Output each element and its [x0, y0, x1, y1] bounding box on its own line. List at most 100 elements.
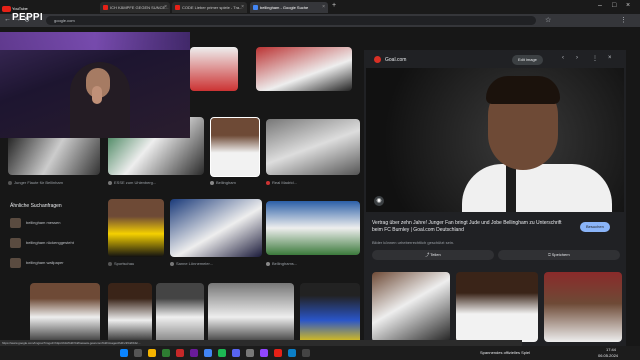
app-icon[interactable]	[162, 349, 170, 357]
led-light-strip	[0, 32, 190, 50]
back-icon[interactable]: ←	[4, 16, 11, 23]
player-hair	[486, 76, 560, 104]
tab-title: bellingham - Google Suche	[260, 5, 309, 10]
related-search-item[interactable]: bellingham rückenggesteht	[10, 237, 74, 249]
result-image[interactable]	[8, 135, 100, 175]
related-image[interactable]	[372, 272, 450, 342]
tab-bar: ICH KÄMPFE GEGEN SUNCE... × CODE Lieber …	[0, 0, 640, 14]
app-icon[interactable]	[190, 349, 198, 357]
discord-icon[interactable]	[232, 349, 240, 357]
source-icon	[266, 180, 270, 185]
result-image[interactable]	[30, 283, 100, 345]
streamer-name: PEPPI	[12, 12, 43, 23]
lens-icon[interactable]: ◉	[374, 196, 384, 206]
menu-icon[interactable]: ⋮	[620, 16, 627, 24]
app-icon[interactable]	[260, 349, 268, 357]
preview-image[interactable]: ◉	[366, 68, 624, 212]
related-image[interactable]	[544, 272, 622, 342]
related-thumb	[10, 218, 21, 228]
related-searches-title: Ähnliche Suchanfragen	[10, 203, 62, 209]
result-caption: Bellingham	[210, 180, 260, 185]
image-preview-panel: Goal.com Edit image ‹ › ⋮ × ◉ Vertrag üb…	[364, 50, 626, 346]
chrome-icon[interactable]	[204, 349, 212, 357]
youtube-label: YouTube	[12, 6, 28, 12]
related-image[interactable]	[456, 272, 538, 342]
chevron-right-icon[interactable]: ›	[576, 55, 578, 61]
result-image[interactable]	[300, 283, 360, 345]
tab-title: ICH KÄMPFE GEGEN SUNCE...	[110, 5, 169, 10]
tab-google-search[interactable]: bellingham - Google Suche ×	[250, 2, 328, 13]
maximize-icon[interactable]: □	[612, 2, 616, 9]
app-icon[interactable]	[288, 349, 296, 357]
app-icon[interactable]	[246, 349, 254, 357]
more-icon[interactable]: ⋮	[592, 55, 598, 62]
tab-youtube[interactable]: ICH KÄMPFE GEGEN SUNCE... ×	[100, 2, 170, 13]
taskbar: Spannendes offizielles Spiel 17:44 06.05…	[0, 346, 640, 360]
taskbar-notification[interactable]: Spannendes offizielles Spiel	[480, 350, 530, 355]
edit-image-button[interactable]: Edit image	[512, 55, 543, 65]
source-icon	[108, 261, 112, 266]
preview-source[interactable]: Goal.com	[374, 56, 406, 63]
youtube-icon	[175, 5, 180, 10]
clock-time[interactable]: 17:44	[606, 347, 616, 352]
result-image[interactable]	[266, 119, 360, 175]
close-icon[interactable]: ×	[608, 55, 612, 61]
preview-title[interactable]: Vertrag über zehn Jahre! Junger Fan brin…	[372, 220, 572, 234]
result-caption: Junger Flaute für Bellinham	[8, 180, 98, 185]
search-icon[interactable]	[134, 349, 142, 357]
app-icon[interactable]	[302, 349, 310, 357]
google-icon	[253, 5, 258, 10]
streamer-hand	[92, 86, 102, 104]
clock-date[interactable]: 06.05.2024	[598, 353, 618, 358]
related-search-item[interactable]: bellingham messen	[10, 217, 60, 229]
result-image[interactable]	[108, 283, 152, 345]
close-icon[interactable]: ×	[241, 2, 244, 13]
spotify-icon[interactable]	[218, 349, 226, 357]
app-icon[interactable]	[274, 349, 282, 357]
address-bar[interactable]: google.com	[46, 16, 536, 25]
explorer-icon[interactable]	[148, 349, 156, 357]
chevron-left-icon[interactable]: ‹	[562, 55, 564, 61]
webcam-overlay	[0, 32, 190, 138]
close-icon[interactable]: ×	[164, 2, 167, 13]
result-image[interactable]	[256, 47, 352, 91]
result-image[interactable]	[156, 283, 204, 345]
new-tab-icon[interactable]: +	[332, 2, 336, 9]
result-image[interactable]	[190, 47, 238, 91]
result-image[interactable]	[208, 283, 294, 345]
tab-code[interactable]: CODE Lieber primer spiele - Tra... ×	[172, 2, 247, 13]
result-caption: Real Madrid...	[266, 180, 360, 185]
related-thumb	[10, 258, 21, 268]
source-icon	[170, 261, 174, 266]
visit-button[interactable]: Besuchen	[580, 222, 610, 232]
close-icon[interactable]: ×	[322, 2, 325, 13]
player-shirt	[462, 164, 612, 212]
result-caption: Bellinghams...	[266, 261, 360, 266]
result-caption: Sportschau	[108, 261, 164, 266]
source-icon	[266, 261, 270, 266]
minimize-icon[interactable]: –	[598, 2, 602, 9]
result-image[interactable]	[108, 199, 164, 257]
result-caption: ESSE zum Uhlenberg...	[108, 180, 204, 185]
source-icon	[8, 180, 12, 185]
related-thumb	[10, 238, 21, 248]
player-shirt-stripe	[506, 164, 516, 212]
result-image[interactable]	[170, 199, 262, 257]
windows-start-icon[interactable]	[120, 349, 128, 357]
source-icon	[108, 180, 112, 185]
youtube-icon	[103, 5, 108, 10]
share-button[interactable]: ⤴ Teilen	[372, 250, 494, 260]
result-image[interactable]	[266, 201, 360, 255]
result-image[interactable]	[210, 117, 260, 177]
goal-logo-icon	[374, 56, 381, 63]
browser-toolbar: ← → ↻ google.com ☆ ⋮	[0, 14, 640, 27]
bookmark-icon[interactable]: ☆	[545, 16, 551, 24]
result-caption: Sanne Lönnemeier...	[170, 261, 262, 266]
youtube-logo-icon	[2, 6, 11, 12]
save-button[interactable]: ⎕ Speichern	[498, 250, 620, 260]
app-icon[interactable]	[176, 349, 184, 357]
copyright-notice: Bilder können urheberrechtlich geschützt…	[372, 240, 455, 245]
related-search-item[interactable]: bellingham wallpaper	[10, 257, 64, 269]
close-window-icon[interactable]: ×	[626, 2, 630, 9]
source-icon	[210, 180, 214, 185]
